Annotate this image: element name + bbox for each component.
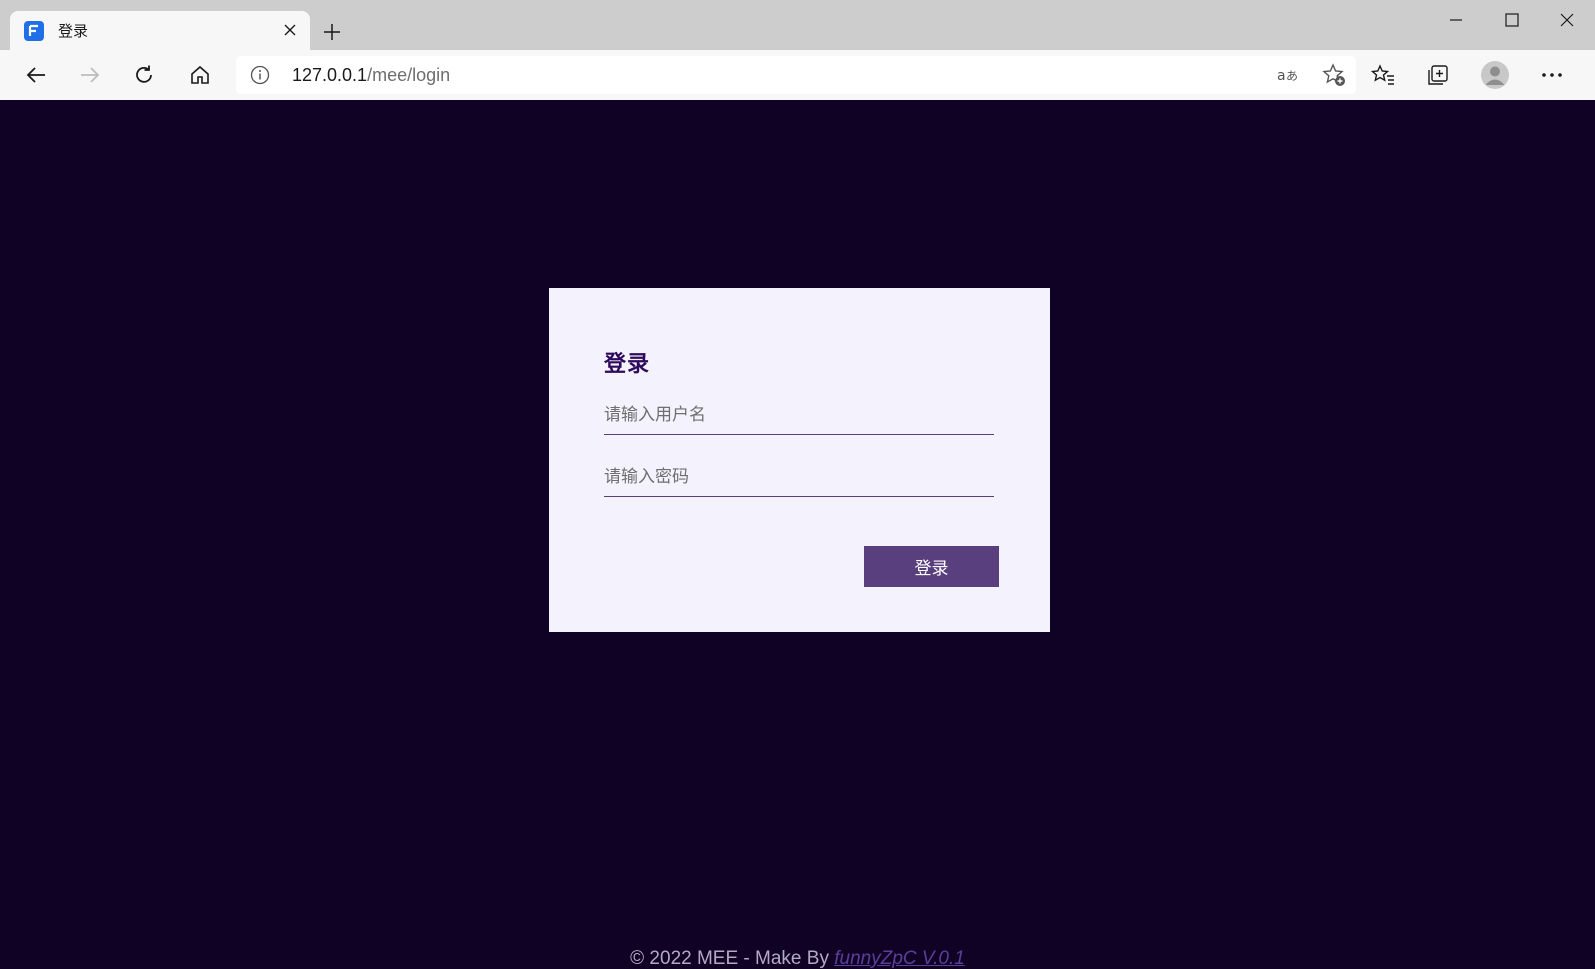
forward-icon[interactable] bbox=[74, 59, 106, 91]
tab-close-icon[interactable] bbox=[280, 20, 300, 40]
footer-text: © 2022 MEE - Make By bbox=[630, 948, 835, 969]
info-icon[interactable] bbox=[250, 65, 270, 85]
url-host: 127.0.0.1 bbox=[292, 65, 368, 85]
avatar[interactable] bbox=[1479, 59, 1511, 91]
favicon-icon bbox=[24, 20, 44, 41]
browser-chrome: 登录 127.0.0.1/mee/login a あ bbox=[0, 0, 1595, 100]
svg-text:あ: あ bbox=[1286, 69, 1298, 83]
maximize-icon[interactable] bbox=[1484, 0, 1540, 40]
new-tab-icon[interactable] bbox=[318, 18, 346, 46]
browser-toolbar: 127.0.0.1/mee/login aあ bbox=[0, 50, 1595, 100]
read-aloud-icon[interactable]: aあ bbox=[1276, 63, 1300, 87]
reload-icon[interactable] bbox=[128, 59, 160, 91]
page-footer: © 2022 MEE - Make By funnyZpC V.0.1 bbox=[0, 948, 1595, 969]
password-input[interactable] bbox=[604, 457, 994, 497]
page-viewport: 登录 登录 © 2022 MEE - Make By funnyZpC V.0.… bbox=[0, 100, 1595, 969]
close-window-icon[interactable] bbox=[1539, 0, 1595, 40]
login-button[interactable]: 登录 bbox=[864, 546, 999, 587]
login-title: 登录 bbox=[604, 351, 651, 376]
username-input[interactable] bbox=[604, 395, 994, 435]
tab-title: 登录 bbox=[58, 23, 89, 40]
favorites-icon[interactable] bbox=[1367, 59, 1399, 91]
url-text[interactable]: 127.0.0.1/mee/login bbox=[292, 65, 450, 85]
footer-author-link[interactable]: funnyZpC V.0.1 bbox=[834, 948, 965, 969]
home-icon[interactable] bbox=[184, 59, 216, 91]
url-path: /mee/login bbox=[367, 65, 451, 85]
svg-text:a: a bbox=[1277, 68, 1286, 84]
login-card: 登录 登录 bbox=[549, 288, 1050, 632]
more-menu-icon[interactable] bbox=[1536, 59, 1568, 91]
back-icon[interactable] bbox=[20, 59, 52, 91]
minimize-icon[interactable] bbox=[1428, 0, 1484, 40]
address-bar[interactable]: 127.0.0.1/mee/login aあ bbox=[236, 56, 1356, 94]
browser-tab[interactable]: 登录 bbox=[10, 11, 310, 50]
collections-icon[interactable] bbox=[1422, 59, 1454, 91]
add-favorite-icon[interactable] bbox=[1322, 63, 1346, 87]
tab-strip: 登录 bbox=[0, 0, 1595, 50]
